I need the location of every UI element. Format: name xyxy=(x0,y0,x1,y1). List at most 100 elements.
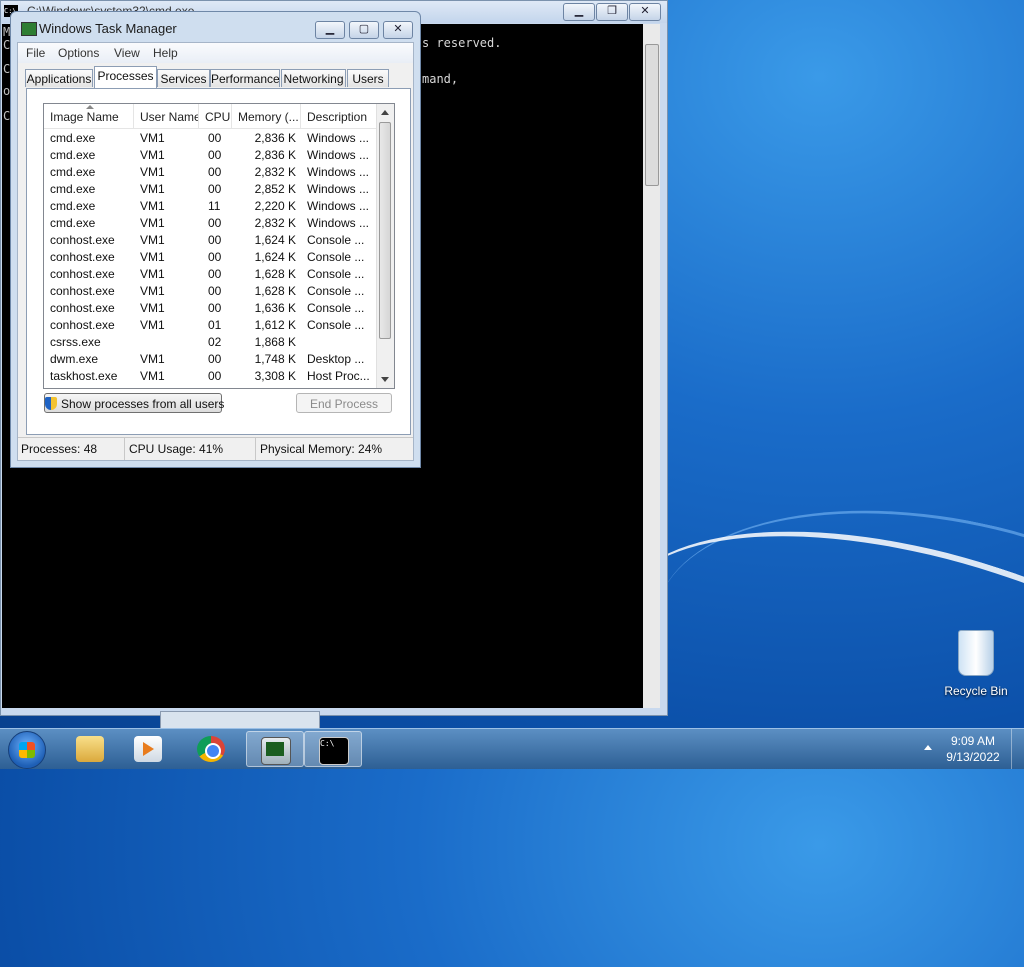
cell-image: conhost.exe xyxy=(50,250,115,264)
minimize-button[interactable]: ▁ xyxy=(315,21,345,39)
scroll-up-icon[interactable] xyxy=(381,110,389,115)
task-manager-titlebar[interactable]: Windows Task Manager ▁ ▢ ✕ xyxy=(11,12,420,42)
show-desktop-button[interactable] xyxy=(1011,729,1024,769)
scroll-down-icon[interactable] xyxy=(381,377,389,382)
status-bar: Processes: 48 CPU Usage: 41% Physical Me… xyxy=(18,437,413,460)
cmd-icon: C:\ xyxy=(319,737,349,765)
table-row[interactable]: conhost.exe VM1 01 1,612 K Console ... xyxy=(44,317,377,334)
cell-user: VM1 xyxy=(140,199,165,213)
task-manager-icon xyxy=(21,22,37,36)
column-cpu[interactable]: CPU xyxy=(199,104,232,128)
table-row[interactable]: csrss.exe 02 1,868 K xyxy=(44,334,377,351)
cell-cpu: 00 xyxy=(208,233,222,247)
table-row[interactable]: cmd.exe VM1 00 2,852 K Windows ... xyxy=(44,181,377,198)
column-description[interactable]: Description xyxy=(301,104,377,128)
cell-desc: Host Proc... xyxy=(307,369,370,383)
menu-options[interactable]: Options xyxy=(58,46,99,60)
close-button[interactable]: ✕ xyxy=(383,21,413,39)
cmd-close-button[interactable]: ✕ xyxy=(629,3,661,21)
recycle-bin-label: Recycle Bin xyxy=(944,684,1008,698)
table-row[interactable]: conhost.exe VM1 00 1,628 K Console ... xyxy=(44,266,377,283)
menu-file[interactable]: File xyxy=(26,46,45,60)
cell-user: VM1 xyxy=(140,284,165,298)
cell-user: VM1 xyxy=(140,165,165,179)
cell-desc: Console ... xyxy=(307,267,365,281)
table-row[interactable]: cmd.exe VM1 00 2,832 K Windows ... xyxy=(44,215,377,232)
tab-processes[interactable]: Processes xyxy=(94,66,157,88)
process-list[interactable]: Image Name User Name CPU Memory (... Des… xyxy=(43,103,395,389)
cell-image: conhost.exe xyxy=(50,301,115,315)
windows-logo-icon xyxy=(19,742,35,758)
table-row[interactable]: taskhost.exe VM1 00 3,308 K Host Proc... xyxy=(44,368,377,385)
cell-cpu: 02 xyxy=(208,335,222,349)
table-row[interactable]: dwm.exe VM1 00 1,748 K Desktop ... xyxy=(44,351,377,368)
cell-mem: 2,220 K xyxy=(254,199,296,213)
show-hidden-icons-icon[interactable] xyxy=(924,745,932,750)
task-manager-window[interactable]: Windows Task Manager ▁ ▢ ✕ File Options … xyxy=(10,11,421,468)
table-row[interactable]: cmd.exe VM1 00 2,836 K Windows ... xyxy=(44,130,377,147)
cmd-scroll-thumb[interactable] xyxy=(645,44,659,186)
cell-desc: Windows ... xyxy=(307,131,370,145)
process-list-scrollbar[interactable] xyxy=(376,104,394,388)
cell-image: conhost.exe xyxy=(50,267,115,281)
cell-cpu: 00 xyxy=(208,182,222,196)
tab-networking[interactable]: Networking xyxy=(281,69,346,87)
cell-image: cmd.exe xyxy=(50,165,96,179)
taskbar-media-player[interactable] xyxy=(120,731,178,767)
cell-user: VM1 xyxy=(140,148,165,162)
cell-desc: Windows ... xyxy=(307,165,370,179)
table-row[interactable]: cmd.exe VM1 11 2,220 K Windows ... xyxy=(44,198,377,215)
taskbar: C:\ 9:09 AM 9/13/2022 xyxy=(0,728,1024,769)
cmd-scrollbar[interactable] xyxy=(643,24,660,708)
uac-shield-icon xyxy=(45,397,57,410)
menu-help[interactable]: Help xyxy=(153,46,178,60)
cell-user: VM1 xyxy=(140,318,165,332)
cell-user: VM1 xyxy=(140,131,165,145)
taskbar-cmd[interactable]: C:\ xyxy=(304,731,362,767)
processes-panel: Image Name User Name CPU Memory (... Des… xyxy=(26,88,411,435)
cell-cpu: 00 xyxy=(208,369,222,383)
media-player-icon xyxy=(134,736,162,762)
show-all-processes-button[interactable]: Show processes from all users xyxy=(44,393,224,413)
table-row[interactable]: conhost.exe VM1 00 1,636 K Console ... xyxy=(44,300,377,317)
window-title: Windows Task Manager xyxy=(39,21,177,36)
cell-mem: 1,636 K xyxy=(254,301,296,315)
menu-view[interactable]: View xyxy=(114,46,140,60)
cell-user: VM1 xyxy=(140,267,165,281)
system-clock[interactable]: 9:09 AM 9/13/2022 xyxy=(940,733,1006,765)
table-row[interactable]: cmd.exe VM1 00 2,836 K Windows ... xyxy=(44,147,377,164)
start-button[interactable] xyxy=(8,731,46,769)
cell-cpu: 00 xyxy=(208,131,222,145)
folder-icon xyxy=(76,736,104,762)
cell-mem: 1,628 K xyxy=(254,284,296,298)
process-list-header: Image Name User Name CPU Memory (... Des… xyxy=(44,104,377,129)
cell-user: VM1 xyxy=(140,352,165,366)
tab-users[interactable]: Users xyxy=(347,69,389,87)
menu-bar: File Options View Help xyxy=(18,43,413,63)
cell-image: conhost.exe xyxy=(50,318,115,332)
scroll-thumb[interactable] xyxy=(379,122,391,339)
recycle-bin[interactable]: Recycle Bin xyxy=(936,630,1016,700)
column-image-name[interactable]: Image Name xyxy=(44,104,134,128)
tab-performance[interactable]: Performance xyxy=(210,69,280,87)
table-row[interactable]: cmd.exe VM1 00 2,832 K Windows ... xyxy=(44,164,377,181)
table-row[interactable]: conhost.exe VM1 00 1,624 K Console ... xyxy=(44,249,377,266)
taskbar-explorer[interactable] xyxy=(62,731,120,767)
task-manager-client: File Options View Help Applications Proc… xyxy=(17,42,414,461)
end-process-button[interactable]: End Process xyxy=(296,393,392,413)
table-row[interactable]: conhost.exe VM1 00 1,624 K Console ... xyxy=(44,232,377,249)
cell-mem: 1,624 K xyxy=(254,250,296,264)
tab-applications[interactable]: Applications xyxy=(25,69,93,87)
column-user-name[interactable]: User Name xyxy=(134,104,199,128)
table-row[interactable]: conhost.exe VM1 00 1,628 K Console ... xyxy=(44,283,377,300)
status-cpu-usage: CPU Usage: 41% xyxy=(125,438,256,460)
cmd-restore-button[interactable]: ❐ xyxy=(596,3,628,21)
tab-services[interactable]: Services xyxy=(157,69,210,87)
cmd-minimize-button[interactable]: ▁ xyxy=(563,3,595,21)
taskbar-chrome[interactable] xyxy=(183,731,241,767)
column-memory[interactable]: Memory (... xyxy=(232,104,301,128)
taskbar-task-manager[interactable] xyxy=(246,731,304,767)
cell-desc: Windows ... xyxy=(307,148,370,162)
maximize-button[interactable]: ▢ xyxy=(349,21,379,39)
cell-cpu: 01 xyxy=(208,318,222,332)
